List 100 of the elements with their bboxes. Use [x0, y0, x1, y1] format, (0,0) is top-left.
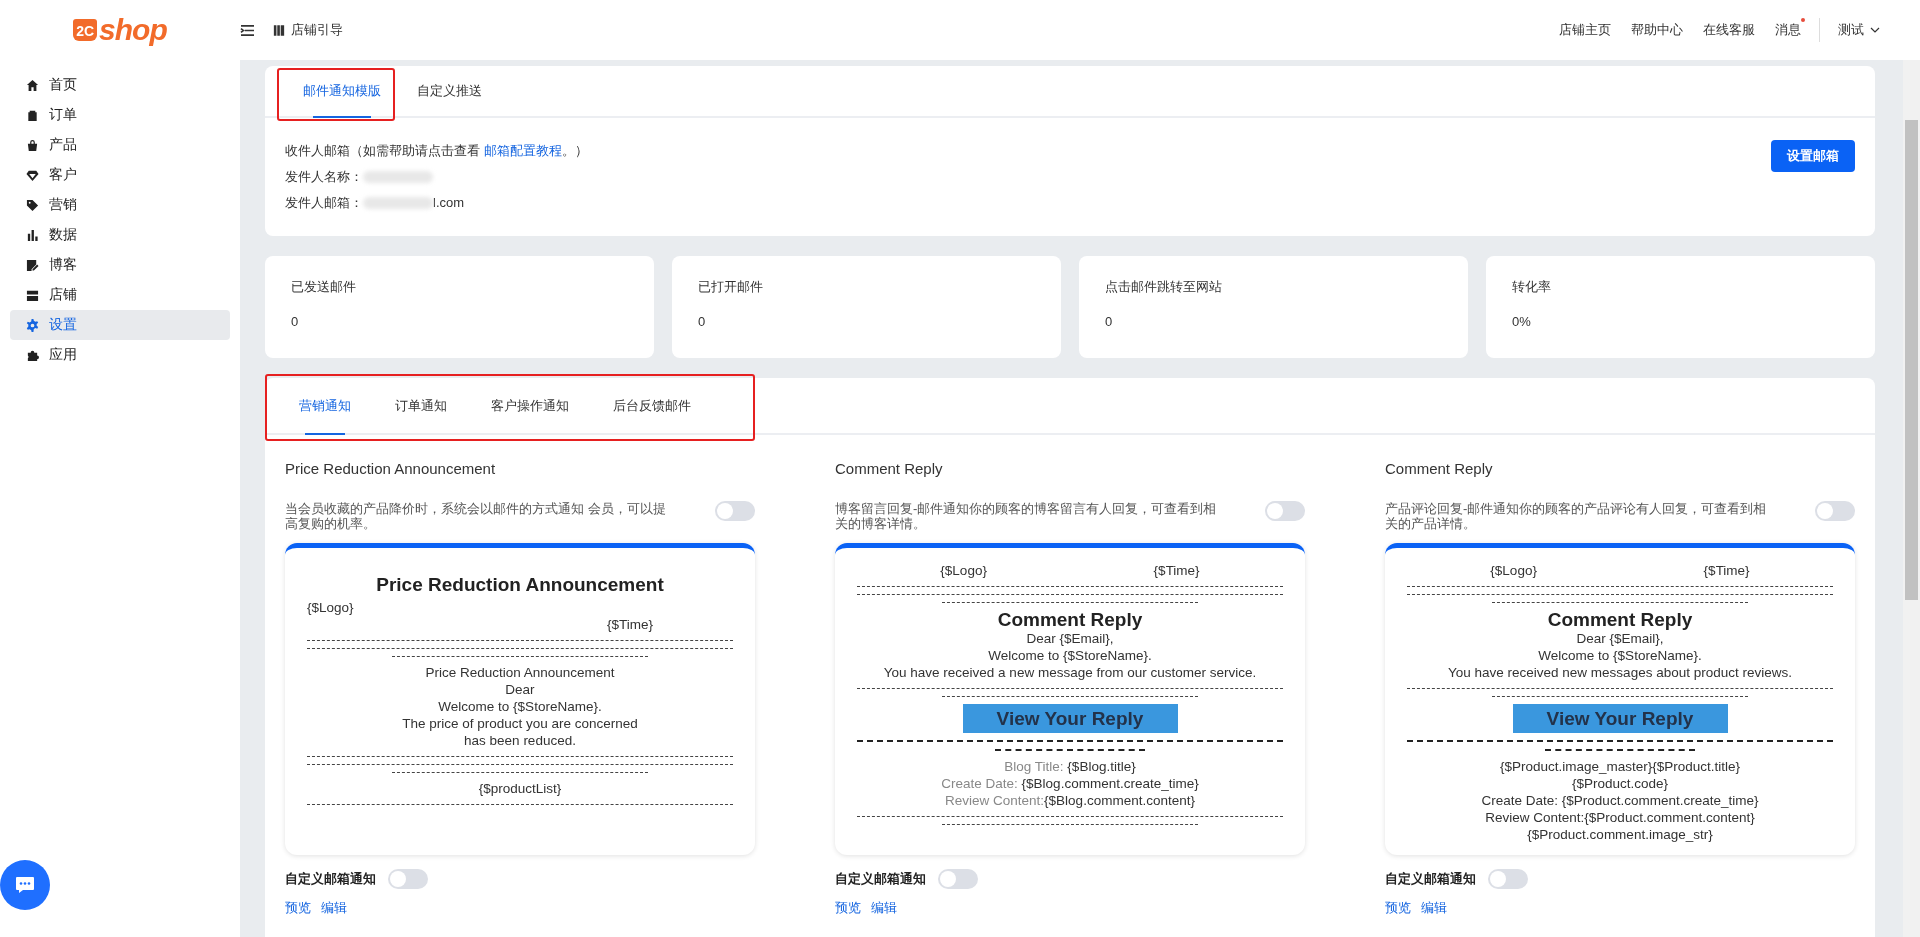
edit-icon: [26, 258, 39, 272]
toggle-switch[interactable]: [1265, 501, 1305, 521]
preview-text: {$Product.code}: [1571, 776, 1669, 791]
preview-text: Dear {$Email},: [1576, 631, 1664, 646]
time-variable-text: {$Time}: [1153, 562, 1200, 579]
toggle-switch[interactable]: [1488, 869, 1528, 889]
preview-text: Create Date: {$Product.comment.create_time}: [1481, 793, 1759, 808]
action-link[interactable]: 预览: [835, 899, 861, 917]
preview-text: Welcome to {$StoreName}.: [1538, 648, 1702, 663]
logo-variable-text: {$Logo}: [940, 562, 987, 579]
custom-notify-label: 自定义邮箱通知: [835, 870, 926, 888]
header-link[interactable]: 在线客服: [1703, 21, 1755, 39]
tab[interactable]: 邮件通知模版: [285, 66, 399, 116]
time-variable-text: {$Time}: [606, 616, 653, 633]
template-title: Price Reduction Announcement: [285, 459, 497, 479]
chart-icon: [26, 228, 39, 242]
sidebar-item[interactable]: 设置: [10, 310, 230, 340]
store-guide-link[interactable]: 店铺引导: [291, 21, 343, 39]
stat-value: 0%: [1512, 314, 1532, 329]
preview-text: {$productList}: [478, 781, 562, 796]
preview-field: Create Date: {$Blog.comment.create_time}: [941, 776, 1199, 791]
preview-heading: Comment Reply: [996, 610, 1144, 630]
gear-icon: [26, 318, 39, 332]
time-variable-text: {$Time}: [1703, 562, 1750, 579]
view-reply-button[interactable]: View Your Reply: [1512, 704, 1728, 733]
sidebar-item[interactable]: 首页: [10, 70, 230, 100]
template-title: Comment Reply: [1385, 459, 1494, 479]
sidebar-item[interactable]: 店铺: [10, 280, 230, 310]
custom-notify-label: 自定义邮箱通知: [285, 870, 376, 888]
messages-link[interactable]: 消息: [1775, 21, 1801, 39]
sidebar-item[interactable]: 数据: [10, 220, 230, 250]
preview-text: has been reduced.: [464, 733, 576, 748]
toggle-switch[interactable]: [388, 869, 428, 889]
action-link[interactable]: 编辑: [1421, 899, 1447, 917]
receiver-email-text: 收件人邮箱（如需帮助请点击查看 邮箱配置教程。）: [285, 142, 588, 160]
preview-text: The price of product you are concerned: [402, 716, 638, 731]
stat-label: 已发送邮件: [291, 278, 357, 296]
header-link[interactable]: 店铺主页: [1559, 21, 1611, 39]
action-link[interactable]: 预览: [285, 899, 311, 917]
template-title: Comment Reply: [835, 459, 944, 479]
caret-icon: [1870, 27, 1880, 33]
sender-email-label: 发件人邮箱：: [285, 194, 363, 212]
preview-text: You have received new messages about product reviews.: [1448, 665, 1792, 680]
action-link[interactable]: 预览: [1385, 899, 1411, 917]
action-link[interactable]: 编辑: [321, 899, 347, 917]
book-icon: [273, 23, 285, 37]
header-link[interactable]: 帮助中心: [1631, 21, 1683, 39]
tutorial-link[interactable]: 邮箱配置教程: [483, 143, 562, 158]
preview-text: Review Content:{$Product.comment.content}: [1485, 810, 1755, 825]
toggle-switch[interactable]: [715, 501, 755, 521]
stat-label: 点击邮件跳转至网站: [1105, 278, 1223, 296]
sender-name-label: 发件人名称：: [285, 168, 363, 186]
sidebar-item[interactable]: 营销: [10, 190, 230, 220]
bag-icon: [26, 138, 39, 152]
tag-icon: [26, 198, 39, 212]
tab[interactable]: 订单通知: [373, 378, 469, 433]
template-description: 当会员收藏的产品降价时，系统会以邮件的方式通知 会员，可以提高复购的机率。: [285, 501, 667, 531]
chat-icon: [15, 876, 35, 894]
tab[interactable]: 自定义推送: [399, 66, 500, 116]
home-icon: [26, 78, 39, 92]
user-menu[interactable]: 测试: [1838, 21, 1880, 39]
preview-heading: Comment Reply: [1546, 610, 1694, 630]
preview-text: Welcome to {$StoreName}.: [438, 699, 602, 714]
action-link[interactable]: 编辑: [871, 899, 897, 917]
sidebar-item[interactable]: 客户: [10, 160, 230, 190]
template-description: 博客留言回复-邮件通知你的顾客的博客留言有人回复，可查看到相关的博客详情。: [835, 501, 1218, 531]
stat-value: 0: [698, 314, 707, 329]
preview-text: Dear: [505, 682, 535, 697]
scrollbar[interactable]: [1903, 60, 1920, 937]
tab[interactable]: 客户操作通知: [469, 378, 591, 433]
toggle-switch[interactable]: [938, 869, 978, 889]
toggle-switch[interactable]: [1815, 501, 1855, 521]
sidebar-item[interactable]: 博客: [10, 250, 230, 280]
stat-value: 0: [1105, 314, 1114, 329]
sidebar-item[interactable]: 应用: [10, 340, 230, 370]
menu-icon[interactable]: [240, 23, 255, 37]
preview-field: Blog Title: {$Blog.title}: [1004, 759, 1136, 774]
logo-variable-text: {$Logo}: [307, 599, 354, 616]
stat-label: 已打开邮件: [698, 278, 764, 296]
chat-button[interactable]: [0, 860, 50, 910]
preview-text: Welcome to {$StoreName}.: [988, 648, 1152, 663]
gem-icon: [26, 168, 39, 182]
stat-label: 转化率: [1512, 278, 1552, 296]
custom-notify-label: 自定义邮箱通知: [1385, 870, 1476, 888]
tab[interactable]: 后台反馈邮件: [591, 378, 713, 433]
store-icon: [26, 288, 39, 302]
tab[interactable]: 营销通知: [277, 378, 373, 433]
set-email-button[interactable]: 设置邮箱: [1771, 140, 1855, 172]
bag-logo-icon: 2C: [73, 19, 98, 41]
preview-text: {$Product.comment.image_str}: [1527, 827, 1713, 842]
sidebar-item[interactable]: 产品: [10, 130, 230, 160]
sidebar-item[interactable]: 订单: [10, 100, 230, 130]
view-reply-button[interactable]: View Your Reply: [962, 704, 1178, 733]
preview-text: Price Reduction Announcement: [425, 665, 615, 680]
template-description: 产品评论回复-邮件通知你的顾客的产品评论有人回复，可查看到相关的产品详情。: [1385, 501, 1768, 531]
puzzle-icon: [26, 348, 39, 362]
preview-heading: Price Reduction Announcement: [375, 576, 665, 593]
logo-variable-text: {$Logo}: [1490, 562, 1537, 579]
logo-text: shop: [99, 13, 167, 47]
sender-email-fragment: l.com: [433, 194, 465, 212]
